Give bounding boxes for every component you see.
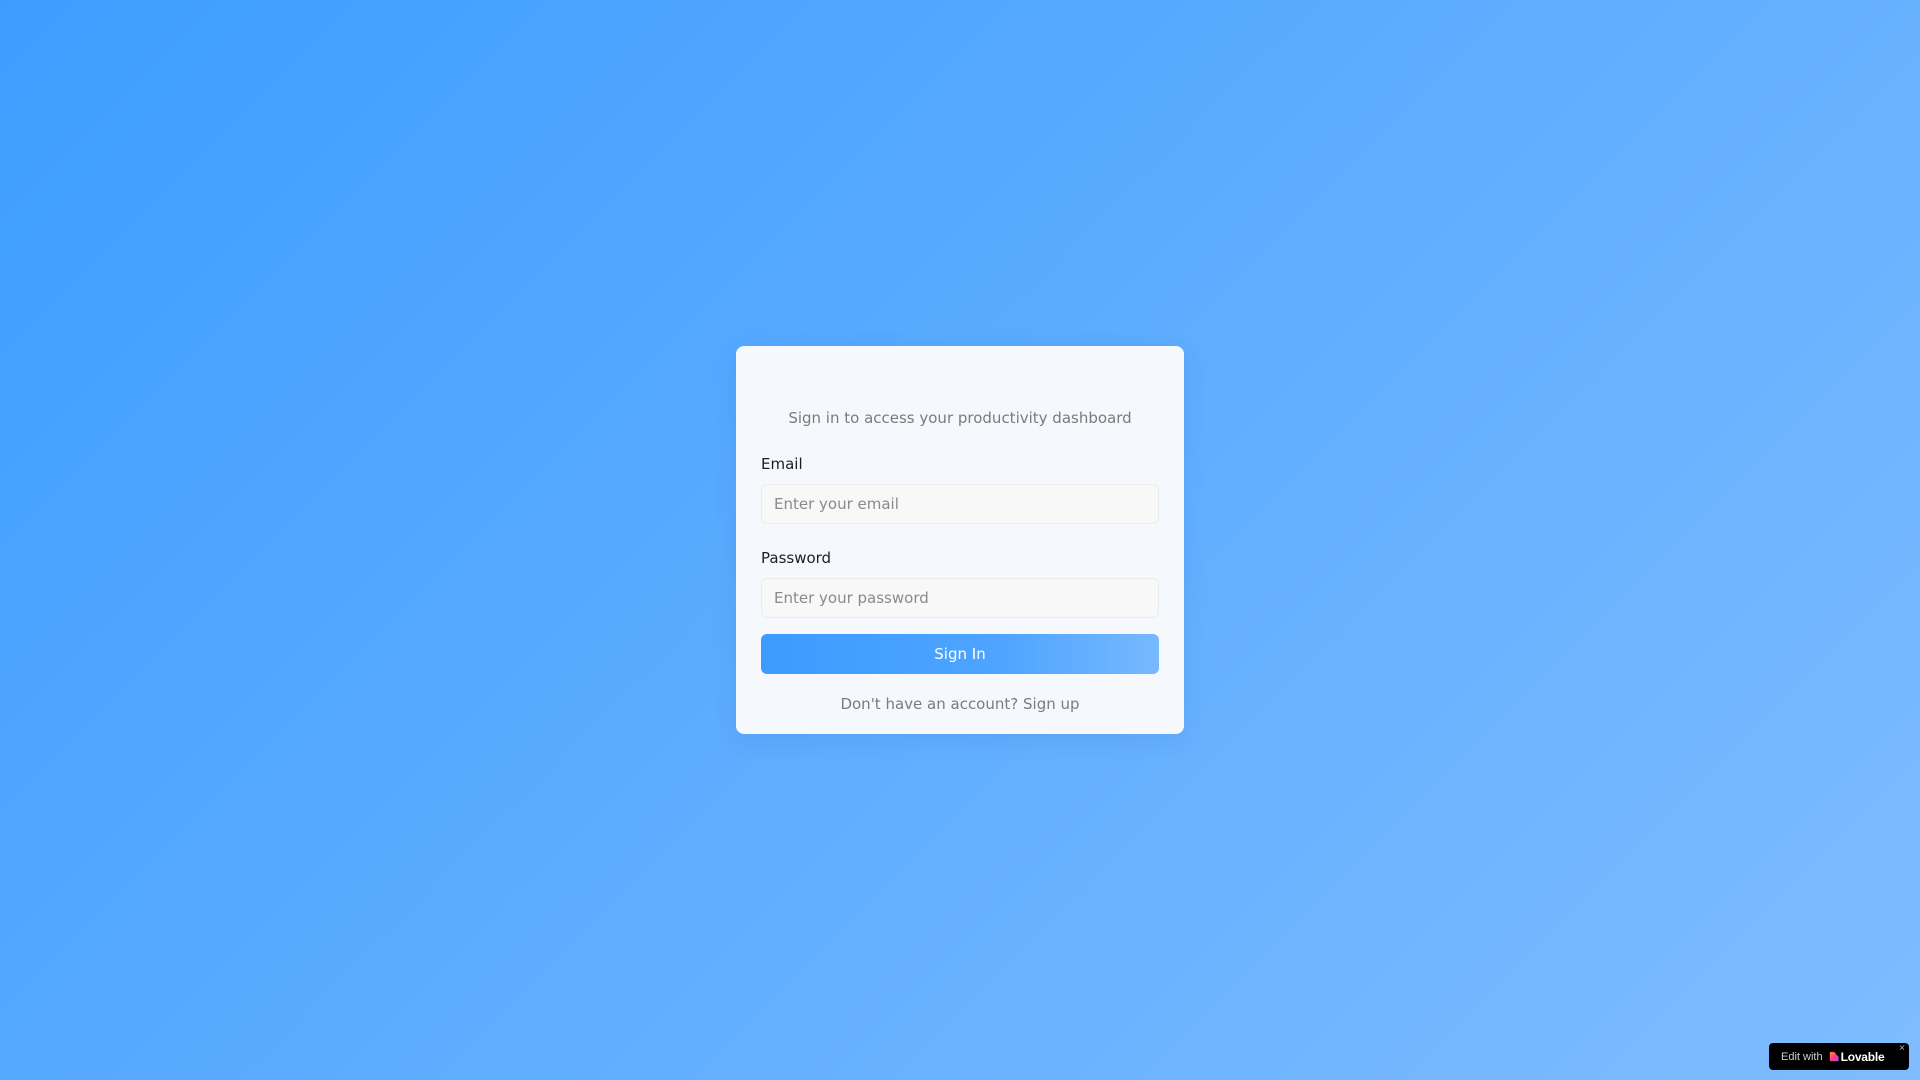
- sign-up-link[interactable]: Sign up: [1023, 695, 1080, 713]
- sign-in-button[interactable]: Sign In: [761, 634, 1159, 674]
- signup-prompt: Don't have an account?: [840, 695, 1019, 713]
- email-input[interactable]: [761, 484, 1159, 524]
- password-label: Password: [761, 549, 832, 567]
- badge-brand: Lovable: [1840, 1049, 1885, 1064]
- heart-icon: [1829, 1051, 1839, 1062]
- login-card: Sign in to access your productivity dash…: [736, 346, 1184, 734]
- badge-prefix: Edit with: [1781, 1050, 1823, 1063]
- email-label: Email: [761, 455, 803, 473]
- signup-row: Don't have an account? Sign up: [761, 694, 1159, 714]
- edit-with-lovable-badge[interactable]: Edit with Lovable ×: [1769, 1043, 1909, 1070]
- password-input[interactable]: [761, 578, 1159, 618]
- badge-close-icon[interactable]: ×: [1899, 1044, 1905, 1054]
- login-subtitle: Sign in to access your productivity dash…: [788, 409, 1132, 427]
